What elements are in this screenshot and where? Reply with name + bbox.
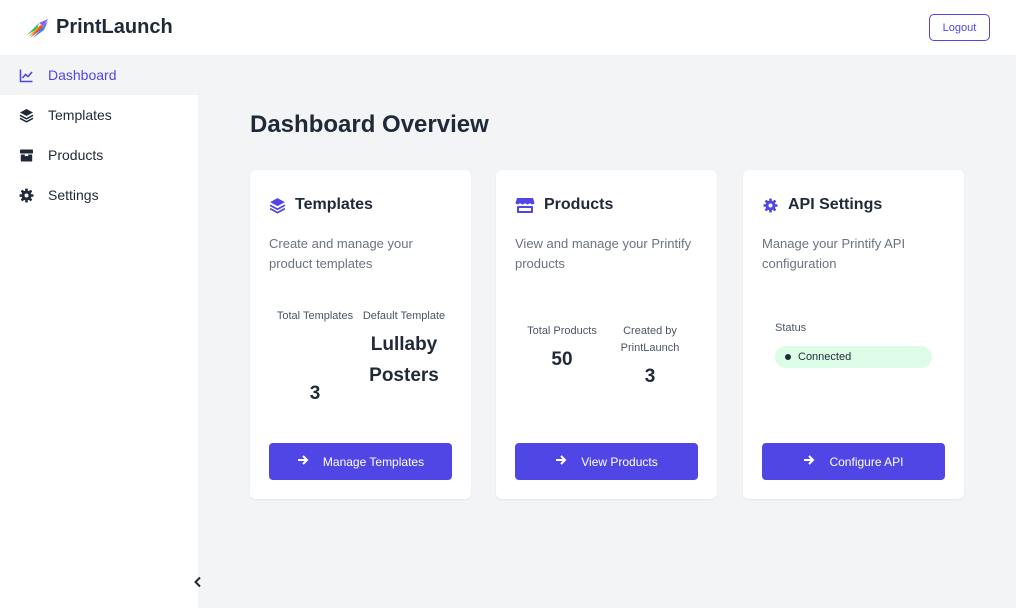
arrow-right-icon xyxy=(555,454,567,469)
arrow-right-icon xyxy=(297,454,309,469)
stat-total-products: Total Products 50 xyxy=(522,323,602,375)
sidebar-item-dashboard[interactable]: Dashboard xyxy=(0,55,1016,95)
products-card: Products View and manage your Printify p… xyxy=(496,170,717,499)
stat-created-by-printlaunch: Created by PrintLaunch 3 xyxy=(608,323,692,392)
view-products-button[interactable]: View Products xyxy=(515,443,698,480)
layers-icon xyxy=(269,197,286,214)
card-title-text: Templates xyxy=(295,196,373,213)
stat-default-template: Default Template Lullaby Posters xyxy=(360,308,448,391)
arrow-right-icon xyxy=(803,454,815,469)
stat-total-templates: Total Templates 3 xyxy=(276,308,354,409)
top-header: PrintLaunch Logout xyxy=(0,0,1016,55)
button-label: Manage Templates xyxy=(322,454,425,469)
card-title: Products xyxy=(515,196,613,214)
status-text: Connected xyxy=(798,351,852,363)
chart-line-icon xyxy=(19,68,34,83)
sidebar-item-label: Products xyxy=(48,147,104,163)
stat-value: Lullaby Posters xyxy=(369,334,439,386)
brand[interactable]: PrintLaunch xyxy=(24,15,173,41)
status-badge: Connected xyxy=(775,346,932,368)
stat-value: 3 xyxy=(644,366,656,387)
stat-label: Created by PrintLaunch xyxy=(620,325,680,354)
sidebar: Dashboard Templates Products Settings xyxy=(0,55,1016,608)
api-settings-card: API Settings Manage your Printify API co… xyxy=(743,170,964,499)
card-description: Create and manage your product templates xyxy=(269,236,413,271)
button-label: View Products xyxy=(581,454,658,469)
card-title: Templates xyxy=(269,196,373,214)
brand-name: PrintLaunch xyxy=(56,16,173,38)
logout-button[interactable]: Logout xyxy=(929,14,990,41)
sidebar-item-templates[interactable]: Templates xyxy=(0,95,198,135)
manage-templates-button[interactable]: Manage Templates xyxy=(269,443,452,480)
templates-card: Templates Create and manage your product… xyxy=(250,170,471,499)
layers-icon xyxy=(19,108,34,123)
rocket-logo-icon xyxy=(24,15,50,41)
sidebar-item-label: Settings xyxy=(48,187,99,203)
status-label: Status xyxy=(775,322,807,334)
stat-label: Total Products xyxy=(527,325,597,337)
main-content: Dashboard Overview Templates Create and … xyxy=(198,95,1016,608)
gear-icon xyxy=(19,188,34,203)
sidebar-item-label: Templates xyxy=(48,107,112,123)
gear-icon xyxy=(762,197,779,214)
sidebar-item-label: Dashboard xyxy=(48,67,117,83)
card-description: Manage your Printify API configuration xyxy=(762,236,906,271)
stat-value: 50 xyxy=(551,349,573,370)
card-title: API Settings xyxy=(762,196,882,214)
store-icon xyxy=(515,197,535,214)
card-title-text: API Settings xyxy=(788,196,883,213)
sidebar-item-products[interactable]: Products xyxy=(0,135,198,175)
stat-value: 3 xyxy=(309,383,321,404)
card-title-text: Products xyxy=(544,196,614,213)
stat-label: Total Templates xyxy=(276,310,354,322)
card-description: View and manage your Printify products xyxy=(515,236,692,271)
button-label: Configure API xyxy=(829,454,904,469)
status-dot-icon xyxy=(785,354,791,360)
box-icon xyxy=(19,148,34,163)
page-title: Dashboard Overview xyxy=(250,111,489,138)
stat-label: Default Template xyxy=(362,310,446,322)
sidebar-item-settings[interactable]: Settings xyxy=(0,175,198,215)
configure-api-button[interactable]: Configure API xyxy=(762,443,945,480)
